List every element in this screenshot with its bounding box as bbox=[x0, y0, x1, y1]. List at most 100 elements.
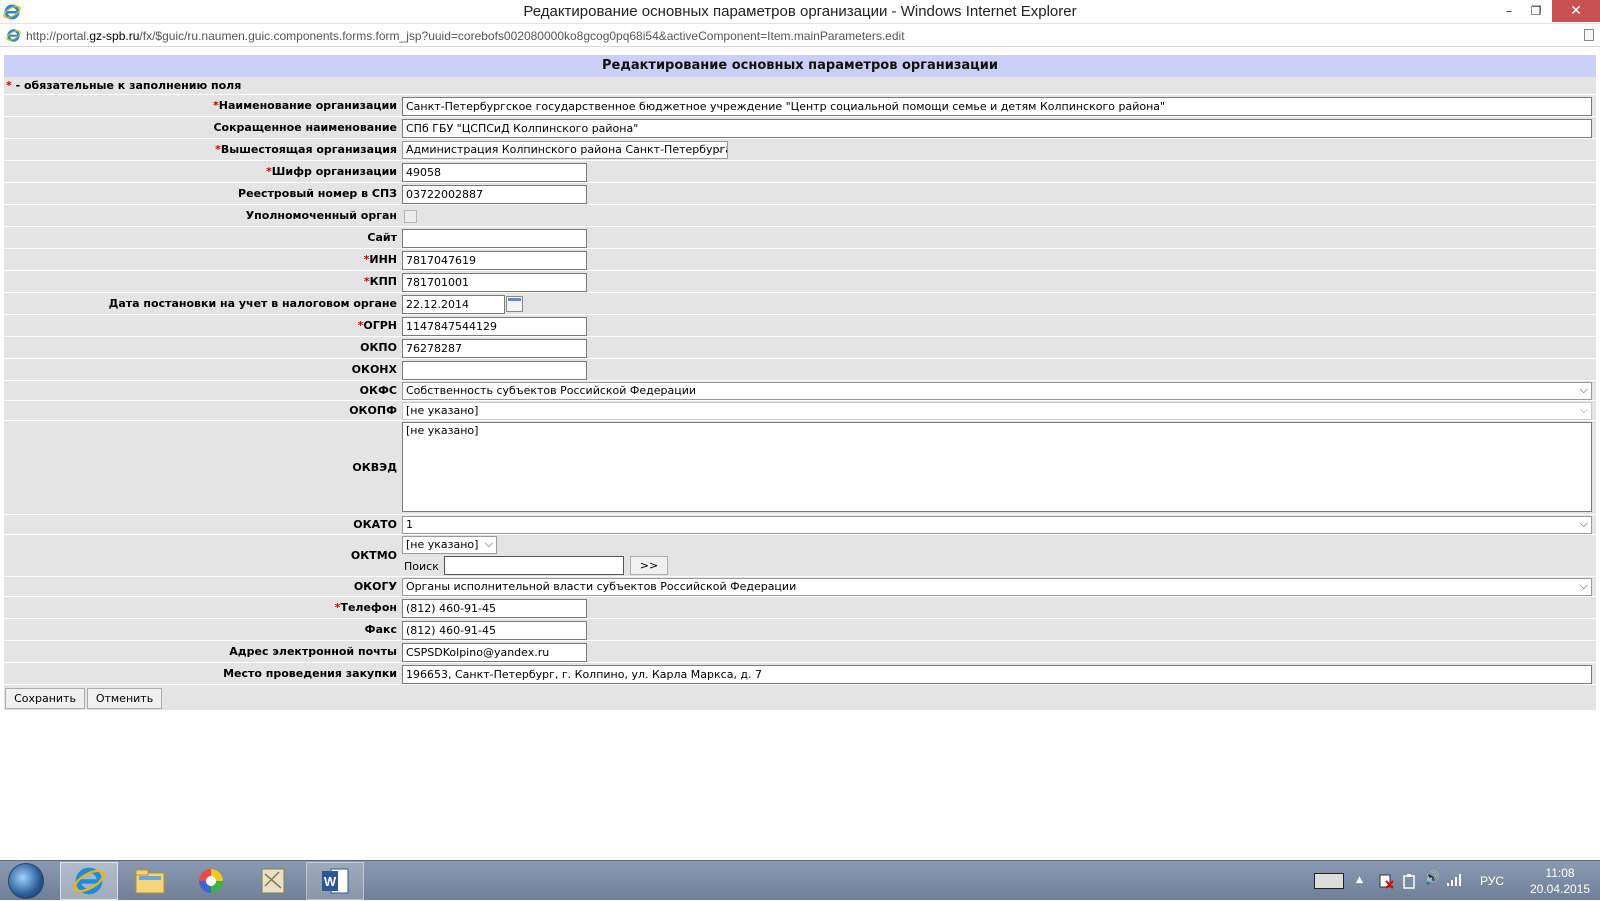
okogu-select[interactable]: Органы исполнительной власти субъектов Р… bbox=[402, 578, 1592, 596]
kpp-input[interactable]: 781701001 bbox=[402, 273, 587, 292]
cancel-button[interactable]: Отменить bbox=[87, 688, 162, 709]
chevron-down-icon: ⌵ bbox=[1579, 383, 1588, 396]
legend-text: - обязательные к заполнению поля bbox=[11, 79, 242, 92]
row-kpp: * КПП 781701001 bbox=[4, 270, 1596, 292]
authorized-checkbox[interactable] bbox=[404, 210, 417, 223]
chevron-down-icon: ⌵ bbox=[1579, 403, 1588, 416]
row-cipher: * Шифр организации 49058 bbox=[4, 160, 1596, 182]
oktmo-search-button[interactable]: >> bbox=[630, 556, 668, 575]
label-short-name: Сокращенное наименование bbox=[4, 117, 400, 138]
power-icon[interactable] bbox=[1402, 873, 1416, 889]
taskbar-map-app[interactable] bbox=[244, 862, 302, 900]
okpo-input[interactable]: 76278287 bbox=[402, 339, 587, 358]
label-okfs: ОКФС bbox=[4, 381, 400, 400]
okopf-select[interactable]: [не указано] ⌵ bbox=[402, 402, 1592, 420]
okfs-select[interactable]: Собственность субъектов Российской Федер… bbox=[402, 382, 1592, 400]
row-short-name: Сокращенное наименование СПб ГБУ "ЦСПСиД… bbox=[4, 116, 1596, 138]
oktmo-select[interactable]: [не указано] ⌵ bbox=[402, 536, 497, 554]
email-input[interactable]: CSPSDKolpino@yandex.ru bbox=[402, 643, 587, 662]
url-text[interactable]: http://portal.gz-spb.ru/fx/$guic/ru.naum… bbox=[26, 29, 905, 43]
place-input[interactable]: 196653, Санкт-Петербург, г. Колпино, ул.… bbox=[402, 665, 1592, 684]
chevron-down-icon: ⌵ bbox=[1579, 517, 1588, 530]
form-buttons: Сохранить Отменить bbox=[4, 684, 1596, 710]
restore-button[interactable]: ❐ bbox=[1518, 0, 1554, 22]
calendar-icon[interactable] bbox=[506, 296, 523, 312]
taskbar-word[interactable]: W bbox=[306, 862, 364, 900]
phone-input[interactable]: (812) 460-91-45 bbox=[402, 599, 587, 618]
oktmo-search-input[interactable] bbox=[444, 556, 624, 575]
row-oktmo: ОКТМО [не указано] ⌵ Поиск >> bbox=[4, 534, 1596, 576]
label-okonh: ОКОНХ bbox=[4, 359, 400, 380]
row-okfs: ОКФС Собственность субъектов Российской … bbox=[4, 380, 1596, 400]
word-icon-letter: W bbox=[324, 874, 337, 889]
clock[interactable]: 11:08 20.04.2015 bbox=[1525, 865, 1595, 897]
label-text: ОКФС bbox=[359, 384, 397, 397]
chevron-down-icon: ⌵ bbox=[484, 537, 493, 550]
inn-input[interactable]: 7817047619 bbox=[402, 251, 587, 270]
oktmo-search-label: Поиск bbox=[404, 560, 439, 573]
compatibility-view-icon[interactable] bbox=[1584, 29, 1594, 41]
label-authorized: Уполномоченный орган bbox=[4, 205, 400, 226]
ogrn-input[interactable]: 1147847544129 bbox=[402, 317, 587, 336]
row-place: Место проведения закупки 196653, Санкт-П… bbox=[4, 662, 1596, 684]
address-bar[interactable]: http://portal.gz-spb.ru/fx/$guic/ru.naum… bbox=[0, 25, 1600, 47]
row-okonh: ОКОНХ bbox=[4, 358, 1596, 380]
taskbar-color-app[interactable] bbox=[182, 862, 240, 900]
label-tax-date: Дата постановки на учет в налоговом орга… bbox=[4, 293, 400, 314]
cipher-input[interactable]: 49058 bbox=[402, 163, 587, 182]
page-favicon-icon bbox=[6, 29, 21, 42]
row-okopf: ОКОПФ [не указано] ⌵ bbox=[4, 400, 1596, 420]
label-text: Уполномоченный орган bbox=[245, 209, 397, 222]
label-text: Адрес электронной почты bbox=[229, 645, 397, 658]
label-text: ОКОНХ bbox=[351, 363, 397, 376]
close-button[interactable]: ✕ bbox=[1552, 0, 1600, 22]
row-tax-date: Дата постановки на учет в налоговом орга… bbox=[4, 292, 1596, 314]
label-okved: ОКВЭД bbox=[4, 421, 400, 514]
volume-icon[interactable]: 🔊 bbox=[1424, 871, 1440, 886]
row-parent-org: * Вышестоящая организация Администрация К… bbox=[4, 138, 1596, 160]
label-text: Сокращенное наименование bbox=[213, 121, 397, 134]
label-text: ОКВЭД bbox=[352, 461, 397, 474]
start-button[interactable] bbox=[8, 863, 44, 899]
map-icon bbox=[261, 868, 285, 894]
label-place: Место проведения закупки bbox=[4, 663, 400, 684]
label-inn: * ИНН bbox=[4, 249, 400, 270]
word-icon: W bbox=[322, 868, 349, 894]
okato-value: 1 bbox=[406, 518, 413, 531]
touch-keyboard-icon[interactable] bbox=[1314, 873, 1344, 889]
okato-select[interactable]: 1 ⌵ bbox=[402, 516, 1592, 534]
language-indicator[interactable]: РУС bbox=[1480, 874, 1504, 888]
registry-input[interactable]: 03722002887 bbox=[402, 185, 587, 204]
row-phone: * Телефон (812) 460-91-45 bbox=[4, 596, 1596, 618]
site-input[interactable] bbox=[402, 229, 587, 248]
label-ogrn: * ОГРН bbox=[4, 315, 400, 336]
label-text: ОКОПФ bbox=[349, 404, 397, 417]
parent-org-select[interactable]: Администрация Колпинского района Санкт-П… bbox=[402, 141, 728, 159]
fax-input[interactable]: (812) 460-91-45 bbox=[402, 621, 587, 640]
tax-date-input[interactable]: 22.12.2014 bbox=[402, 295, 505, 314]
label-oktmo: ОКТМО bbox=[4, 535, 400, 576]
taskbar-file-explorer[interactable] bbox=[121, 862, 179, 900]
show-hidden-icons-icon[interactable]: ▲ bbox=[1356, 875, 1363, 885]
short-name-input[interactable]: СПб ГБУ "ЦСПСиД Колпинского района" bbox=[402, 119, 1592, 138]
taskbar-internet-explorer[interactable] bbox=[60, 862, 118, 900]
label-text: Вышестоящая организация bbox=[220, 143, 397, 156]
edit-organization-form: Редактирование основных параметров орган… bbox=[4, 55, 1596, 710]
row-name: * Наименование организации Санкт-Петербур… bbox=[4, 94, 1596, 116]
label-okogu: ОКОГУ bbox=[4, 577, 400, 596]
label-phone: * Телефон bbox=[4, 597, 400, 618]
internet-explorer-icon bbox=[73, 867, 105, 895]
row-registry: Реестровый номер в СПЗ 03722002887 bbox=[4, 182, 1596, 204]
name-input[interactable]: Санкт-Петербургское государственное бюдж… bbox=[402, 97, 1592, 116]
save-button[interactable]: Сохранить bbox=[5, 688, 85, 709]
parent-org-value: Администрация Колпинского района Санкт-П… bbox=[406, 143, 728, 156]
network-icon[interactable] bbox=[1446, 873, 1462, 887]
label-text: ОКПО bbox=[360, 341, 397, 354]
okved-textarea[interactable]: [не указано] bbox=[402, 422, 1592, 512]
row-okato: ОКАТО 1 ⌵ bbox=[4, 514, 1596, 534]
okonh-input[interactable] bbox=[402, 361, 587, 380]
action-center-icon[interactable] bbox=[1378, 873, 1394, 889]
clock-time: 11:08 bbox=[1545, 866, 1575, 880]
label-parent-org: * Вышестоящая организация bbox=[4, 139, 400, 160]
okogu-value: Органы исполнительной власти субъектов Р… bbox=[406, 580, 797, 593]
